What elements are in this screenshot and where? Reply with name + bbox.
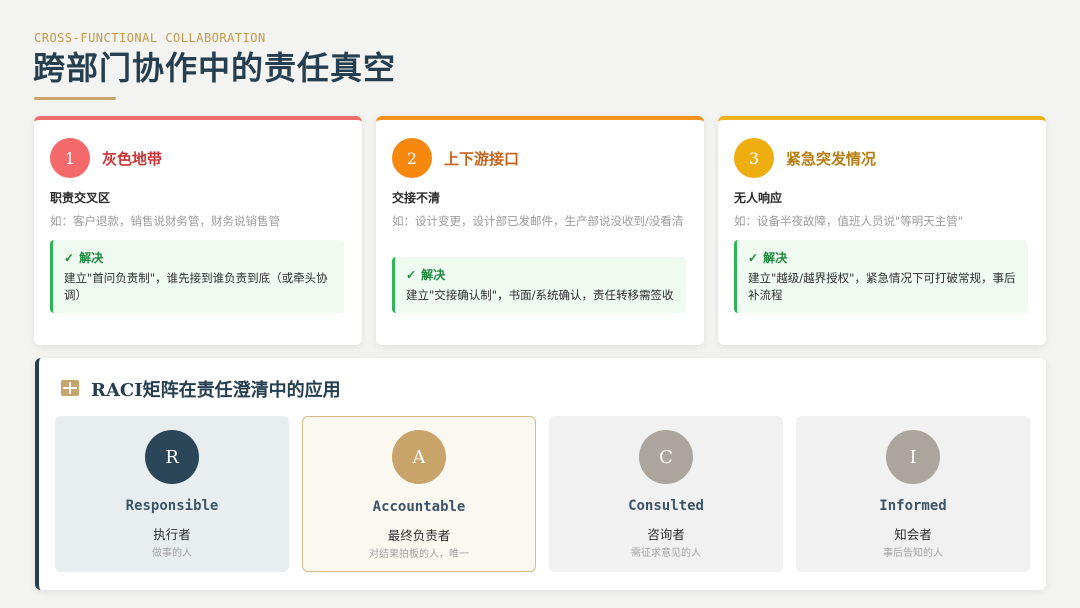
solution-header: ✓ 解决 (64, 249, 334, 266)
solution-text: 建立"交接确认制"，书面/系统确认，责任转移需签收 (406, 288, 674, 302)
eyebrow-label: CROSS-FUNCTIONAL COLLABORATION (34, 31, 266, 45)
role-chinese-name: 最终负责者 (387, 528, 451, 543)
solution-box: ✓ 解决 建立"首问负责制"，谁先接到谁负责到底（或牵头协调） (50, 240, 344, 313)
card-number-badge: 1 (50, 138, 90, 178)
raci-role-accountable: A Accountable 最终负责者 对结果拍板的人，唯一 (302, 416, 536, 572)
problem-cards: 1 灰色地带 职责交叉区 如：客户退款，销售说财务管，财务说销售管 ✓ 解决 建立… (34, 116, 1046, 345)
solution-label: 解决 (763, 251, 788, 265)
role-letter-badge: R (145, 430, 199, 484)
title-underline (34, 97, 116, 100)
card-example: 如：设计变更，设计部已发邮件，生产部说没收到/没看清 (392, 214, 684, 228)
solution-header: ✓ 解决 (748, 249, 1018, 266)
role-english-name: Accountable (372, 499, 466, 515)
role-chinese-name: 执行者 (153, 527, 191, 542)
card-subtitle: 交接不清 (392, 191, 441, 205)
raci-panel: RACI矩阵在责任澄清中的应用 R Responsible 执行者 做事的人 A… (35, 358, 1046, 590)
card-subtitle: 职责交叉区 (50, 191, 111, 205)
check-icon: ✓ (64, 251, 75, 265)
solution-text: 建立"首问负责制"，谁先接到谁负责到底（或牵头协调） (64, 271, 328, 302)
card-example: 如：客户退款，销售说财务管，财务说销售管 (50, 214, 280, 228)
card-example: 如：设备半夜故障，值班人员说"等明天主管" (734, 214, 964, 228)
role-description: 做事的人 (152, 548, 192, 559)
check-icon: ✓ (748, 251, 759, 265)
card-title: 灰色地带 (102, 150, 163, 168)
solution-box: ✓ 解决 建立"交接确认制"，书面/系统确认，责任转移需签收 (392, 257, 686, 313)
role-english-name: Responsible (125, 498, 219, 514)
card-gray-zone: 1 灰色地带 职责交叉区 如：客户退款，销售说财务管，财务说销售管 ✓ 解决 建立… (34, 116, 362, 345)
raci-role-responsible: R Responsible 执行者 做事的人 (55, 416, 289, 572)
card-interface: 2 上下游接口 交接不清 如：设计变更，设计部已发邮件，生产部说没收到/没看清 … (376, 116, 704, 345)
card-title: 上下游接口 (444, 150, 520, 168)
solution-text: 建立"越级/越界授权"，紧急情况下可打破常规，事后补流程 (748, 271, 1016, 302)
role-english-name: Consulted (628, 498, 704, 514)
page-title: 跨部门协作中的责任真空 (33, 49, 397, 87)
role-description: 事后告知的人 (883, 548, 943, 559)
solution-label: 解决 (421, 268, 446, 282)
role-letter-badge: I (886, 430, 940, 484)
role-description: 对结果拍板的人，唯一 (369, 549, 469, 560)
role-letter-badge: C (639, 430, 693, 484)
card-subtitle: 无人响应 (734, 191, 783, 205)
check-icon: ✓ (406, 268, 417, 282)
solution-label: 解决 (79, 251, 104, 265)
role-letter-badge: A (392, 430, 446, 484)
role-description: 需征求意见的人 (631, 548, 701, 559)
role-chinese-name: 知会者 (894, 527, 932, 542)
card-emergency: 3 紧急突发情况 无人响应 如：设备半夜故障，值班人员说"等明天主管" ✓ 解决 … (718, 116, 1046, 345)
role-english-name: Informed (879, 498, 947, 514)
raci-role-consulted: C Consulted 咨询者 需征求意见的人 (549, 416, 783, 572)
role-chinese-name: 咨询者 (647, 527, 685, 542)
solution-box: ✓ 解决 建立"越级/越界授权"，紧急情况下可打破常规，事后补流程 (734, 240, 1028, 313)
card-number-badge: 3 (734, 138, 774, 178)
card-number-badge: 2 (392, 138, 432, 178)
raci-title: RACI矩阵在责任澄清中的应用 (91, 380, 341, 401)
card-title: 紧急突发情况 (786, 150, 877, 168)
solution-header: ✓ 解决 (406, 266, 676, 283)
raci-role-informed: I Informed 知会者 事后告知的人 (796, 416, 1030, 572)
table-icon (61, 380, 79, 396)
